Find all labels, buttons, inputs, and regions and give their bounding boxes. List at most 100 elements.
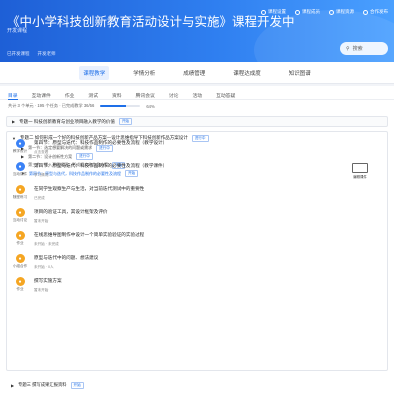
task-title[interactable]: 原型与迭代中的问题、想法建议 xyxy=(34,255,376,261)
chapter-3-tag: 开始 xyxy=(70,381,84,389)
nav-course-achievement[interactable]: 课程达成度 xyxy=(229,66,265,80)
task-item[interactable]: ● 作业 撰写实施方案 暂未开始 xyxy=(6,275,376,298)
sub-tabs: 目录 互动课件 作业 测试 资料 腾讯会议 讨论 活动 互动答疑 xyxy=(0,86,394,100)
course-stats: 共计 3 个单元 · 195 个任务 · 已完成教学 36/56 64% xyxy=(0,100,394,112)
task-list: ● 教学设计 第四节：原型与迭代：科技作品制作的必要性及流程（教学设计） 点击查看 ● 互… xyxy=(6,137,376,298)
task-body: 原型与迭代中的问题、想法建议 未开始 · 0人 xyxy=(34,252,376,275)
subtab-materials[interactable]: 资料 xyxy=(112,92,122,99)
search-icon: ⚲ xyxy=(346,45,350,52)
task-body: 在线思维导图制作中设计一个简单实验验证的实验过程 未开始 · 未完成 xyxy=(34,229,376,252)
task-title[interactable]: 第四节：原型与迭代：科技作品制作的必要性及流程（教学设计） xyxy=(34,140,376,146)
caret-right-icon: ▶ xyxy=(12,119,16,124)
subtab-activity[interactable]: 活动 xyxy=(192,92,202,99)
task-type-label: 随堂练习 xyxy=(12,195,28,199)
task-body: 项目的验证工具，其设计框架及评价 暂未开始 xyxy=(34,206,376,229)
subtab-discussion[interactable]: 讨论 xyxy=(169,92,179,99)
task-item[interactable]: ● 小组合作 原型与迭代中的问题、想法建议 未开始 · 0人 xyxy=(6,252,376,275)
subtab-qa[interactable]: 互动答疑 xyxy=(216,92,235,99)
progress-fill xyxy=(100,104,126,108)
thumb-label: 编辑课件 xyxy=(353,175,367,179)
task-item[interactable]: ● 随堂练习 在同学生观察生产与生活，对当前迭代测试中的重要性 已完成 xyxy=(6,183,376,206)
task-type-icon: ● xyxy=(15,208,25,217)
task-status: 已完成 xyxy=(34,196,45,200)
course-banner: 《中小学科技创新教育活动设计与实施》课程开发中 开发课程 已开发课程 开发老师 … xyxy=(0,0,394,62)
subtab-meeting[interactable]: 腾讯会议 xyxy=(136,92,155,99)
task-type: ● 互动课件 xyxy=(6,160,34,183)
task-type-icon: ● xyxy=(15,162,25,171)
courseware-thumb-icon xyxy=(352,163,368,173)
task-body: 第四节：原型与迭代：科技作品制作的必要性及流程（教学课件） 学习情况 xyxy=(34,160,376,183)
task-type-icon: ● xyxy=(15,277,25,286)
task-body: 在同学生观察生产与生活，对当前迭代测试中的重要性 已完成 xyxy=(34,183,376,206)
folder-icon xyxy=(329,9,334,15)
task-title[interactable]: 撰写实施方案 xyxy=(34,278,376,284)
subtab-catalog[interactable]: 目录 xyxy=(8,92,18,100)
task-body: 撰写实施方案 暂未开始 xyxy=(34,275,376,298)
task-type-icon: ● xyxy=(15,254,25,263)
task-type: ● 小组合作 xyxy=(6,252,34,275)
task-type: ● 随堂练习 xyxy=(6,183,34,206)
course-meta-1: 已开发课程 xyxy=(7,51,30,56)
nav-course-teaching[interactable]: 课程教学 xyxy=(79,65,110,80)
task-item[interactable]: ● 互动讨论 项目的验证工具，其设计框架及评价 暂未开始 xyxy=(6,206,376,229)
nav-knowledge-graph[interactable]: 知识图谱 xyxy=(285,66,315,80)
task-title[interactable]: 项目的验证工具，其设计框架及评价 xyxy=(34,209,376,215)
search-button[interactable]: ⚲ 搜索 xyxy=(340,42,388,55)
task-type-icon: ● xyxy=(15,139,25,148)
progress-bar xyxy=(100,104,141,108)
task-status: 学习情况 xyxy=(34,173,49,177)
task-status: 暂未开始 xyxy=(34,219,49,223)
task-type: ● 教学设计 xyxy=(6,137,34,160)
task-title[interactable]: 在同学生观察生产与生活，对当前迭代测试中的重要性 xyxy=(34,186,376,192)
chapter-3[interactable]: ▶ 专题三 撰写成果汇报资料 开始 xyxy=(6,380,388,390)
task-item[interactable]: ● 作业 在线思维导图制作中设计一个简单实验验证的实验过程 未开始 · 未完成 xyxy=(6,229,376,252)
chapter-1[interactable]: ▶ 专题一 科技创新教育与创业项目融入教学的价值 开始 xyxy=(6,116,388,127)
task-status: 未开始 · 0人 xyxy=(34,265,54,269)
task-type-icon: ● xyxy=(15,231,25,240)
subtab-test[interactable]: 测试 xyxy=(88,92,98,99)
nav-learning-analysis[interactable]: 学情分析 xyxy=(129,66,159,80)
course-title: 《中小学科技创新教育活动设计与实施》课程开发中 xyxy=(7,15,295,29)
task-type-label: 作业 xyxy=(16,241,24,245)
nav-grade-management[interactable]: 成绩管理 xyxy=(179,66,209,80)
search-label: 搜索 xyxy=(352,46,363,52)
task-type-label: 作业 xyxy=(16,287,24,291)
main-nav: 课程教学 学情分析 成绩管理 课程达成度 知识图谱 xyxy=(0,62,394,84)
subtab-courseware[interactable]: 互动课件 xyxy=(32,92,51,99)
task-type-icon: ● xyxy=(15,185,25,194)
stats-text: 共计 3 个单元 · 195 个任务 · 已完成教学 36/56 xyxy=(8,103,95,108)
task-type-label: 互动课件 xyxy=(12,172,28,176)
gear-icon xyxy=(261,9,266,15)
progress-label: 64% xyxy=(146,103,155,109)
share-icon xyxy=(363,9,368,15)
chapter-1-tag: 开始 xyxy=(118,118,133,125)
task-type-label: 小组合作 xyxy=(12,264,28,268)
action-resources[interactable]: 课程资源 xyxy=(329,9,354,15)
action-settings[interactable]: 课程设置 xyxy=(261,9,286,15)
course-meta: 已开发课程 开发老师 xyxy=(7,51,56,57)
task-type: ● 作业 xyxy=(6,275,34,298)
top-actions: 课程设置 课程成员 课程资源 合作发布 xyxy=(261,9,388,15)
chapter-1-title: 专题一 科技创新教育与创业项目融入教学的价值 xyxy=(19,118,115,124)
edit-courseware-button[interactable]: 编辑课件 xyxy=(352,163,368,179)
task-status: 未开始 · 未完成 xyxy=(34,242,59,246)
course-status: 开发课程 xyxy=(7,28,28,34)
task-type: ● 互动讨论 xyxy=(6,206,34,229)
subtab-homework[interactable]: 作业 xyxy=(65,92,75,99)
action-members[interactable]: 课程成员 xyxy=(295,9,320,15)
task-type-label: 互动讨论 xyxy=(12,218,28,222)
task-title[interactable]: 第四节：原型与迭代：科技作品制作的必要性及流程（教学课件） xyxy=(34,163,376,169)
task-title[interactable]: 在线思维导图制作中设计一个简单实验验证的实验过程 xyxy=(34,232,376,238)
task-status: 暂未开始 xyxy=(34,288,49,292)
task-item[interactable]: ● 教学设计 第四节：原型与迭代：科技作品制作的必要性及流程（教学设计） 点击查看 xyxy=(6,137,376,160)
course-meta-2: 开发老师 xyxy=(37,51,56,56)
chapter-3-title: 专题三 撰写成果汇报资料 xyxy=(18,382,67,387)
task-type-label: 教学设计 xyxy=(12,149,28,153)
task-body: 第四节：原型与迭代：科技作品制作的必要性及流程（教学设计） 点击查看 xyxy=(34,137,376,160)
task-item[interactable]: ● 互动课件 第四节：原型与迭代：科技作品制作的必要性及流程（教学课件） 学习情况 编辑… xyxy=(6,160,376,183)
users-icon xyxy=(295,9,300,15)
action-publish[interactable]: 合作发布 xyxy=(363,9,388,15)
task-type: ● 作业 xyxy=(6,229,34,252)
caret-right-icon: ▶ xyxy=(11,382,15,388)
task-status: 点击查看 xyxy=(34,150,49,154)
